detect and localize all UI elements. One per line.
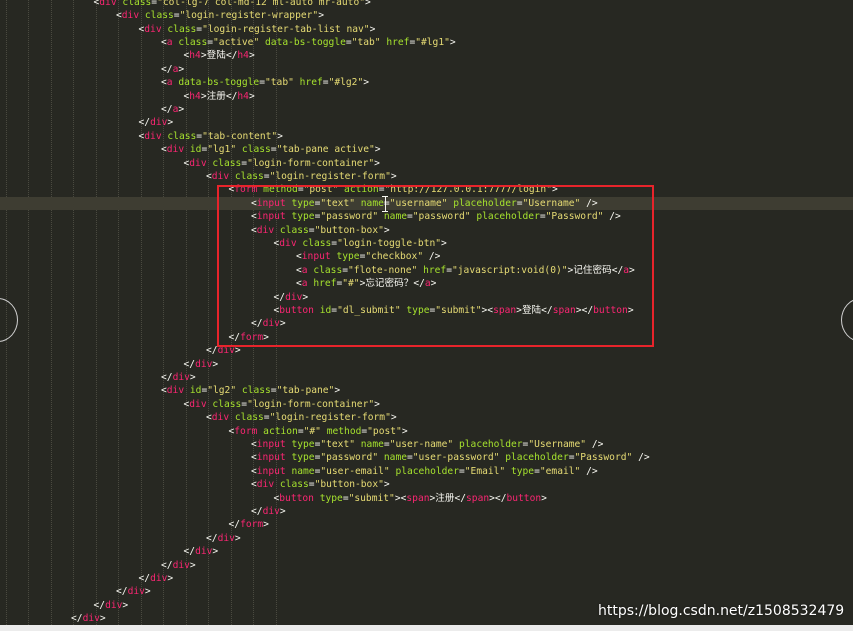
code-line[interactable]: <div class="col-lg-7 col-md-12 ml-auto m… — [0, 0, 853, 9]
code-line[interactable]: <input name="user-email" placeholder="Em… — [0, 465, 853, 478]
code-line[interactable]: </div> — [0, 358, 853, 371]
code-line[interactable]: </a> — [0, 63, 853, 76]
code-line[interactable]: <div class="button-box"> — [0, 478, 853, 491]
code-line[interactable]: </div> — [0, 505, 853, 518]
code-line[interactable]: <input type="password" name="user-passwo… — [0, 451, 853, 464]
code-line[interactable]: <div class="login-toggle-btn"> — [0, 237, 853, 250]
code-line[interactable]: <input type="text" name="username" place… — [0, 196, 853, 211]
code-line[interactable]: <a data-bs-toggle="tab" href="#lg2"> — [0, 76, 853, 89]
code-line[interactable]: <h4>注册</h4> — [0, 90, 853, 103]
code-line[interactable]: <div id="lg1" class="tab-pane active"> — [0, 143, 853, 156]
code-line[interactable]: <form method="post" action="http://127.0… — [0, 183, 853, 196]
code-line[interactable]: <div class="login-register-form"> — [0, 170, 853, 183]
code-line[interactable]: </div> — [0, 572, 853, 585]
code-line[interactable]: <input type="checkbox" /> — [0, 250, 853, 263]
code-line[interactable]: <button type="submit"><span>注册</span></b… — [0, 492, 853, 505]
code-line[interactable]: <input type="password" name="password" p… — [0, 210, 853, 223]
code-line[interactable]: </div> — [0, 585, 853, 598]
bottom-scroll-bar[interactable] — [0, 625, 853, 631]
code-line[interactable]: </div> — [0, 371, 853, 384]
code-line[interactable]: </div> — [0, 545, 853, 558]
ibeam-cursor-icon — [382, 196, 388, 212]
code-line[interactable]: <div class="login-form-container"> — [0, 157, 853, 170]
code-line[interactable]: </div> — [0, 532, 853, 545]
code-line[interactable]: <a href="#">忘记密码？</a> — [0, 277, 853, 290]
code-line[interactable]: </div> — [0, 559, 853, 572]
code-line[interactable]: <div class="login-register-wrapper"> — [0, 9, 853, 22]
code-line[interactable]: </a> — [0, 103, 853, 116]
code-line[interactable]: <div class="button-box"> — [0, 224, 853, 237]
code-line[interactable]: <h4>登陆</h4> — [0, 49, 853, 62]
code-line[interactable]: </div> — [0, 291, 853, 304]
code-line[interactable]: <form action="#" method="post"> — [0, 425, 853, 438]
code-line[interactable]: <div class="login-form-container"> — [0, 398, 853, 411]
watermark-text: https://blog.csdn.net/z1508532479 — [598, 603, 845, 619]
code-line[interactable]: </form> — [0, 331, 853, 344]
code-line[interactable]: </div> — [0, 344, 853, 357]
code-line[interactable]: <div class="tab-content"> — [0, 130, 853, 143]
code-line[interactable]: <a class="flote-none" href="javascript:v… — [0, 264, 853, 277]
code-line[interactable]: <div class="login-register-form"> — [0, 411, 853, 424]
code-line[interactable]: <input type="text" name="user-name" plac… — [0, 438, 853, 451]
code-line[interactable]: <a class="active" data-bs-toggle="tab" h… — [0, 36, 853, 49]
code-line[interactable]: </form> — [0, 518, 853, 531]
code-line[interactable]: </div> — [0, 116, 853, 129]
code-editor[interactable]: <div class="col-lg-7 col-md-12 ml-auto m… — [0, 0, 853, 625]
code-line[interactable]: <div id="lg2" class="tab-pane"> — [0, 384, 853, 397]
code-line[interactable]: <div class="login-register-tab-list nav"… — [0, 23, 853, 36]
code-line[interactable]: </div> — [0, 317, 853, 330]
code-line[interactable]: <button id="dl_submit" type="submit"><sp… — [0, 304, 853, 317]
